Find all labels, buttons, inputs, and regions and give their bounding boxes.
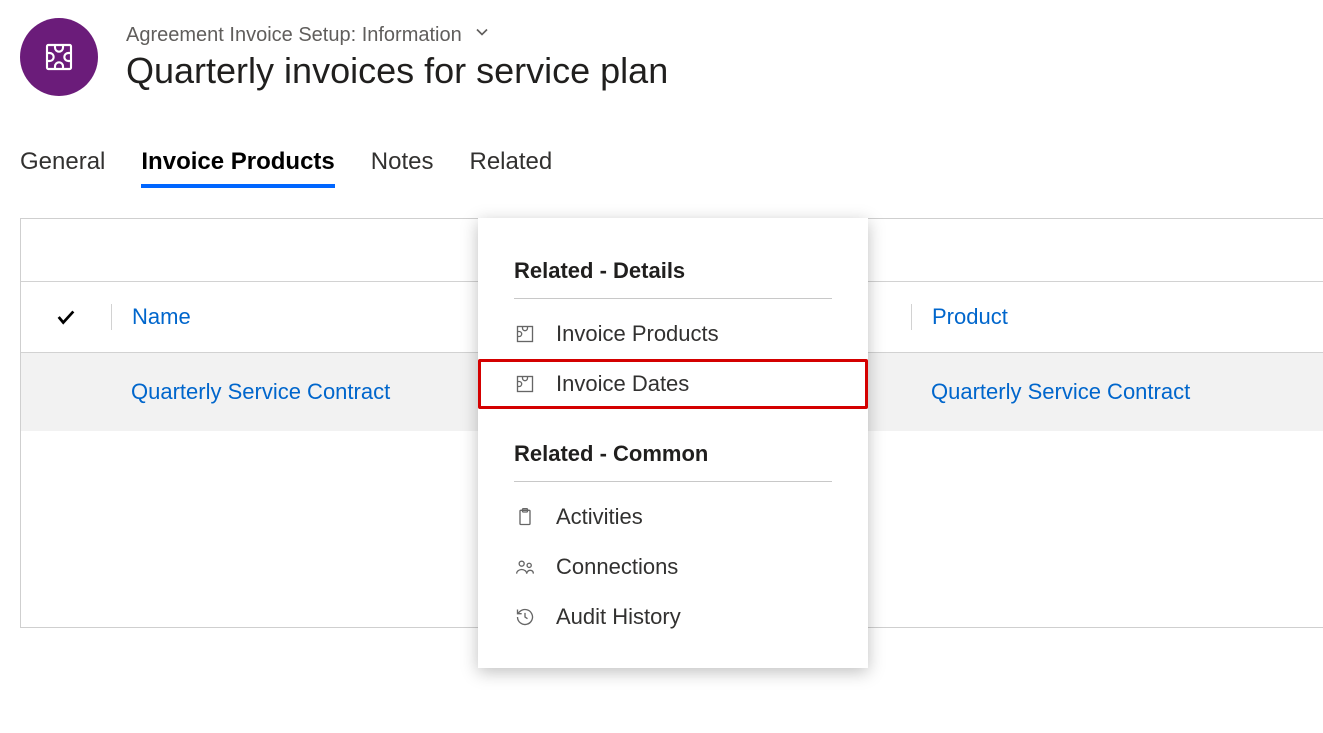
- tab-invoice-products[interactable]: Invoice Products: [141, 148, 334, 186]
- clipboard-icon: [514, 506, 536, 528]
- dropdown-item-connections[interactable]: Connections: [478, 542, 868, 592]
- dropdown-item-audit-history[interactable]: Audit History: [478, 592, 868, 642]
- dropdown-section-details-title: Related - Details: [478, 244, 868, 292]
- breadcrumb-text: Agreement Invoice Setup: Information: [126, 24, 462, 47]
- dropdown-divider: [514, 481, 832, 482]
- dropdown-item-label: Activities: [556, 504, 643, 530]
- tab-related[interactable]: Related: [469, 148, 552, 186]
- dropdown-item-invoice-products[interactable]: Invoice Products: [478, 309, 868, 359]
- select-all-checkmark[interactable]: [21, 306, 111, 328]
- page-header: Agreement Invoice Setup: Information Qua…: [0, 0, 1323, 96]
- dropdown-item-invoice-dates[interactable]: Invoice Dates: [478, 359, 868, 409]
- dropdown-item-label: Audit History: [556, 604, 681, 630]
- dropdown-section-common-title: Related - Common: [478, 427, 868, 475]
- people-icon: [514, 556, 536, 578]
- chevron-down-icon: [472, 22, 492, 48]
- page-title: Quarterly invoices for service plan: [126, 50, 668, 92]
- puzzle-icon: [514, 323, 536, 345]
- dropdown-item-activities[interactable]: Activities: [478, 492, 868, 542]
- breadcrumb[interactable]: Agreement Invoice Setup: Information: [126, 22, 668, 48]
- row-product-link[interactable]: Quarterly Service Contract: [931, 379, 1190, 404]
- row-name-link[interactable]: Quarterly Service Contract: [131, 379, 390, 404]
- dropdown-item-label: Invoice Products: [556, 321, 719, 347]
- history-icon: [514, 606, 536, 628]
- tab-bar: General Invoice Products Notes Related: [0, 96, 1323, 186]
- column-header-product[interactable]: Product: [911, 304, 1323, 330]
- tab-general[interactable]: General: [20, 148, 105, 186]
- dropdown-divider: [514, 298, 832, 299]
- puzzle-icon: [514, 373, 536, 395]
- tab-notes[interactable]: Notes: [371, 148, 434, 186]
- record-type-icon: [20, 18, 98, 96]
- dropdown-item-label: Invoice Dates: [556, 371, 689, 397]
- dropdown-item-label: Connections: [556, 554, 678, 580]
- related-dropdown: Related - Details Invoice Products Invoi…: [478, 218, 868, 668]
